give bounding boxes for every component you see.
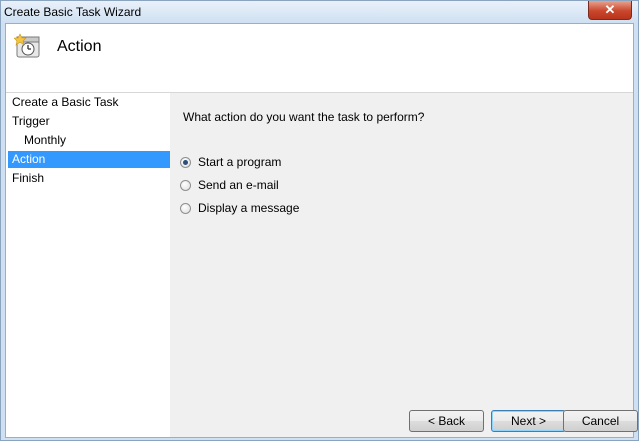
nav-step-action[interactable]: Action (8, 151, 170, 168)
option-send-email[interactable]: Send an e-mail (180, 177, 279, 193)
wizard-steps-nav: Create a Basic Task Trigger Monthly Acti… (6, 93, 170, 437)
option-start-program[interactable]: Start a program (180, 154, 281, 170)
cancel-button[interactable]: Cancel (563, 410, 638, 432)
nav-step-trigger[interactable]: Trigger (8, 113, 170, 130)
nav-step-monthly[interactable]: Monthly (8, 132, 170, 149)
radio-start-program[interactable] (180, 156, 191, 168)
nav-step-create-basic-task[interactable]: Create a Basic Task (8, 94, 170, 111)
wizard-window: Create Basic Task Wizard ✕ Action Create… (0, 0, 639, 441)
wizard-client-area: Action Create a Basic Task Trigger Month… (5, 23, 638, 438)
next-button[interactable]: Next > (491, 410, 566, 432)
back-button[interactable]: < Back (409, 410, 484, 432)
wizard-content: What action do you want the task to perf… (170, 93, 633, 437)
option-label: Display a message (198, 201, 300, 215)
option-label: Start a program (198, 155, 282, 169)
page-title: Action (57, 38, 102, 55)
nav-step-finish[interactable]: Finish (8, 170, 170, 187)
window-title: Create Basic Task Wizard (4, 5, 142, 19)
option-label: Send an e-mail (198, 178, 279, 192)
close-button[interactable]: ✕ (588, 1, 632, 20)
option-display-message[interactable]: Display a message (180, 200, 299, 216)
wizard-header: Action (6, 24, 633, 93)
title-bar[interactable]: Create Basic Task Wizard ✕ (1, 1, 638, 23)
radio-send-email[interactable] (180, 179, 191, 191)
action-question: What action do you want the task to perf… (183, 110, 425, 124)
radio-display-message[interactable] (180, 202, 191, 214)
task-clock-icon (14, 33, 40, 58)
